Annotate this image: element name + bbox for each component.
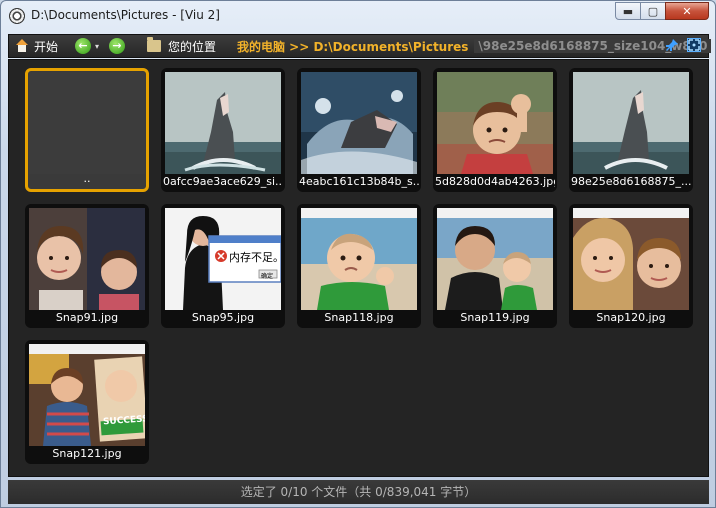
- parent-folder-icon: [29, 72, 145, 174]
- thumbnail-item[interactable]: 98e25e8d6168875_...: [569, 68, 693, 192]
- shark-photo-icon: [165, 72, 281, 174]
- thumbnail-item[interactable]: Snap91.jpg: [25, 204, 149, 328]
- window-title: D:\Documents\Pictures - [Viu 2]: [31, 8, 220, 22]
- forward-button[interactable]: →: [109, 35, 125, 57]
- girl-fist-photo-icon: [437, 72, 553, 174]
- maximize-button[interactable]: ▢: [640, 2, 666, 20]
- dad-baby-photo-icon: [437, 208, 553, 310]
- folder-icon: [147, 37, 161, 52]
- thumbnail-item[interactable]: 内存不足。 确定 Snap95.jpg: [161, 204, 285, 328]
- status-bar: 选定了 0/10 个文件（共 0/839,041 字节）: [8, 480, 709, 504]
- history-dropdown[interactable]: ▾: [95, 35, 99, 57]
- back-button[interactable]: ←: [75, 35, 91, 57]
- address-path[interactable]: 我的电脑 >> D:\Documents\Pictures \98e25e8d6…: [237, 35, 712, 57]
- fullscreen-icon[interactable]: [687, 38, 701, 52]
- viu-window: D:\Documents\Pictures - [Viu 2] ▬ ▢ ✕ 开始…: [0, 0, 716, 508]
- thumbnail-label: Snap91.jpg: [55, 311, 119, 324]
- thumbnail-label: Snap120.jpg: [596, 311, 666, 324]
- thumbnail-item[interactable]: 4eabc161c13b84b_s...: [297, 68, 421, 192]
- thumbnail-label: Snap118.jpg: [324, 311, 394, 324]
- back-arrow-icon: ←: [75, 38, 91, 54]
- thumbnail-item[interactable]: Snap118.jpg: [297, 204, 421, 328]
- my-location-label: 您的位置: [168, 39, 217, 54]
- start-button[interactable]: 开始: [15, 35, 58, 57]
- dialog-ok-label: 确定: [261, 273, 274, 280]
- thumbnail-label: 4eabc161c13b84b_s...: [299, 175, 419, 188]
- minimize-button[interactable]: ▬: [615, 2, 641, 20]
- thumbnail-parent-folder[interactable]: ..: [25, 68, 149, 192]
- thumbnail-grid: .. 0afcc9ae3ace629_si... 4eabc161c13b84b…: [8, 59, 709, 477]
- thumbnail-item[interactable]: 5d828d0d4ab4263.jpg: [433, 68, 557, 192]
- toolbar: 开始 ← ▾ → 您的位置 我的电脑 >> D:\Documents\Pictu…: [8, 34, 712, 58]
- thumbnail-label: 0afcc9ae3ace629_si...: [163, 175, 283, 188]
- mom-boy-photo-icon: [573, 208, 689, 310]
- app-icon: [9, 8, 25, 24]
- title-bar[interactable]: D:\Documents\Pictures - [Viu 2] ▬ ▢ ✕: [1, 1, 715, 31]
- thumbnail-label: Snap119.jpg: [460, 311, 530, 324]
- thumbnail-item[interactable]: SUCCESS Snap121.jpg: [25, 340, 149, 464]
- start-label: 开始: [34, 39, 59, 54]
- dropdown-arrow-icon: ▾: [95, 41, 100, 51]
- thumbnail-label: Snap95.jpg: [191, 311, 255, 324]
- forward-arrow-icon: →: [109, 38, 125, 54]
- two-girls-photo-icon: [29, 208, 145, 310]
- shark-splash-photo-icon: [301, 72, 417, 174]
- my-location-button[interactable]: 您的位置: [147, 35, 216, 57]
- path-current: 我的电脑 >> D:\Documents\Pictures: [237, 39, 469, 54]
- home-icon: [15, 39, 29, 53]
- error-dialog-photo-icon: 内存不足。 确定: [165, 208, 281, 310]
- shark-photo-icon: [573, 72, 689, 174]
- thumbnail-item[interactable]: 0afcc9ae3ace629_si...: [161, 68, 285, 192]
- thumbnail-label: ..: [83, 172, 91, 185]
- success-kid-photo-icon: SUCCESS: [29, 344, 145, 446]
- thumbnail-label: Snap121.jpg: [52, 447, 122, 460]
- baby-beach-photo-icon: [301, 208, 417, 310]
- thumbnail-label: 98e25e8d6168875_...: [571, 175, 691, 188]
- dialog-message: 内存不足。: [229, 251, 281, 264]
- window-controls: ▬ ▢ ✕: [615, 2, 709, 20]
- pin-icon[interactable]: [663, 38, 679, 54]
- thumbnail-item[interactable]: Snap119.jpg: [433, 204, 557, 328]
- close-button[interactable]: ✕: [665, 2, 709, 20]
- thumbnail-item[interactable]: Snap120.jpg: [569, 204, 693, 328]
- thumbnail-label: 5d828d0d4ab4263.jpg: [435, 175, 555, 188]
